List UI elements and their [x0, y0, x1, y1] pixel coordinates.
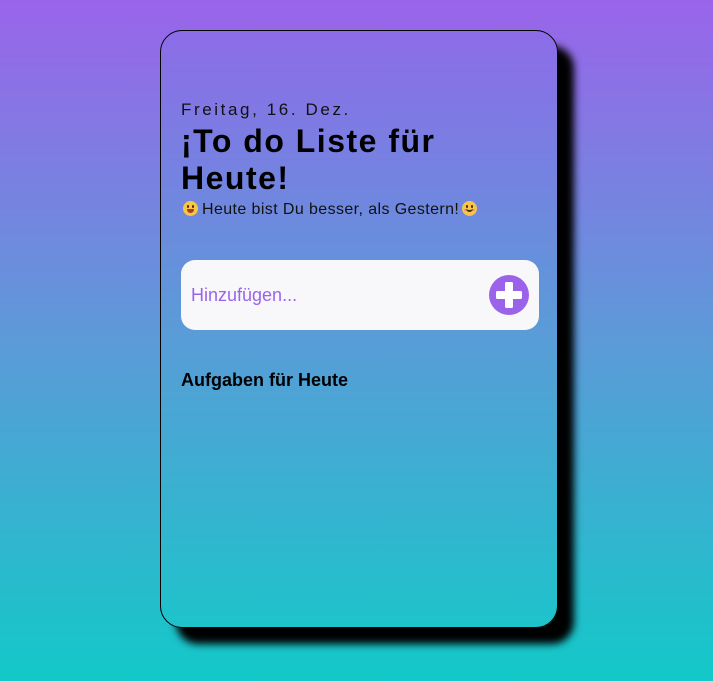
add-task-button[interactable]: [489, 275, 529, 315]
plus-icon: [496, 282, 522, 308]
smiling-face-icon: [462, 201, 478, 216]
current-date: Freitag, 16. Dez.: [181, 100, 351, 119]
tasks-section-title: Aufgaben für Heute: [181, 370, 349, 390]
todo-card: Freitag, 16. Dez. ¡To do Liste für Heute…: [160, 30, 558, 628]
grinning-face-icon: [183, 201, 198, 216]
task-input[interactable]: [191, 282, 471, 308]
motivation-text: Heute bist Du besser, als Gestern!: [202, 201, 460, 218]
motivation-line: Heute bist Du besser, als Gestern!: [183, 201, 478, 219]
add-task-box: [181, 260, 539, 330]
page-title: ¡To do Liste für Heute!: [181, 123, 436, 196]
